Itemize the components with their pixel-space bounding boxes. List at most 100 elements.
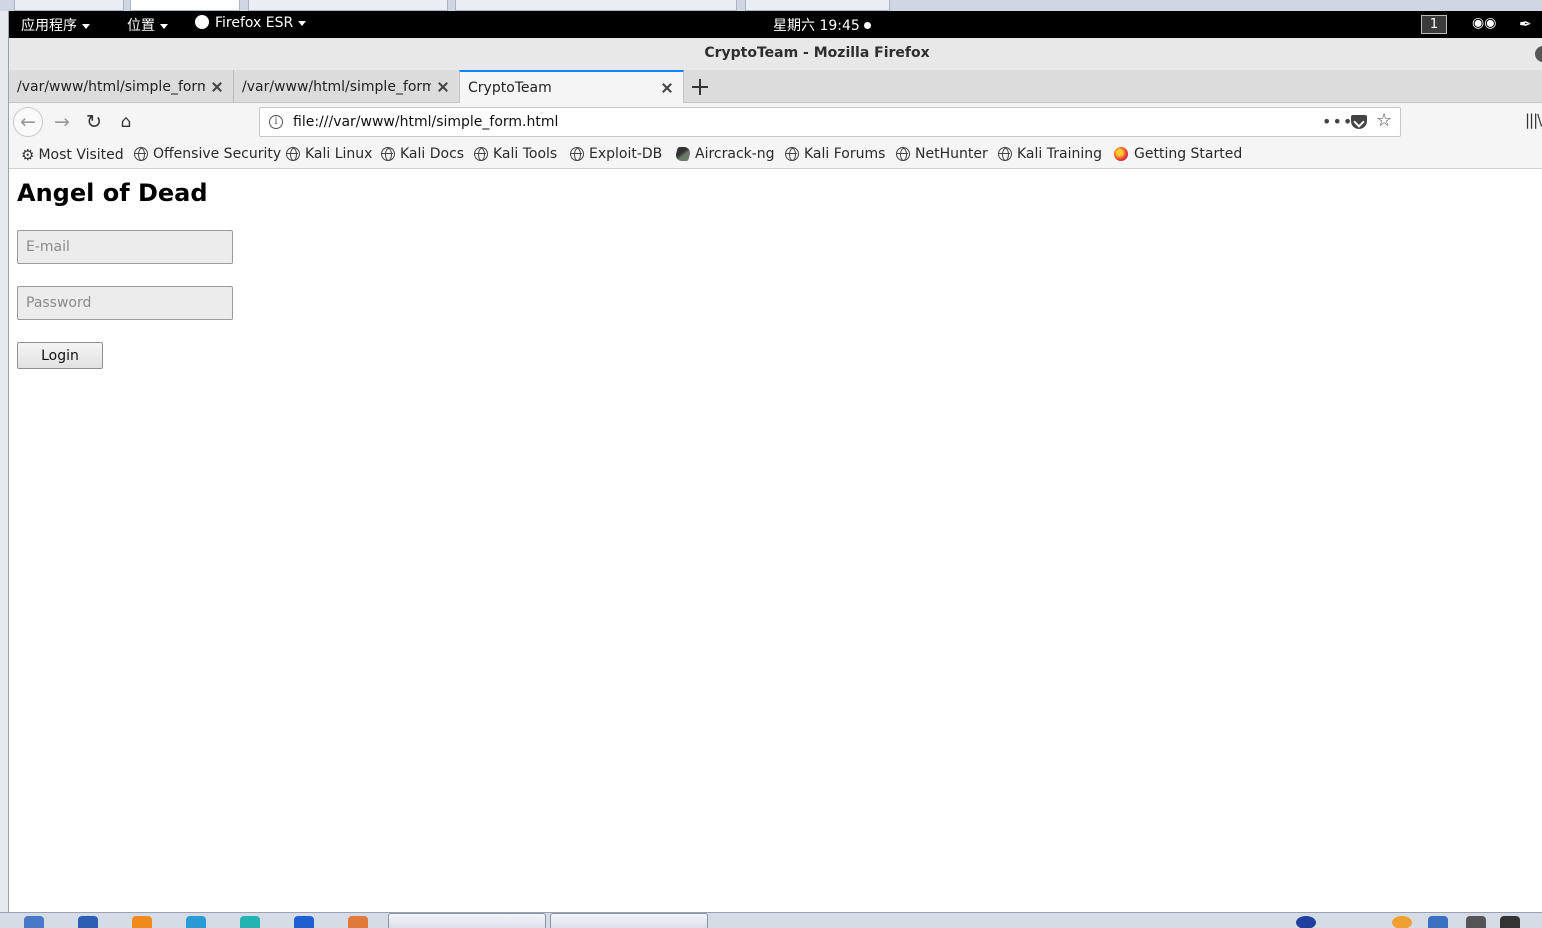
host-tab[interactable] — [14, 0, 124, 11]
tab-cryptoteam[interactable]: CryptoTeam — [459, 70, 684, 104]
globe-icon — [896, 147, 910, 161]
globe-icon — [570, 147, 584, 161]
host-tab[interactable] — [130, 0, 240, 11]
bookmark-aircrack-ng[interactable]: Aircrack-ng — [674, 146, 775, 162]
bookmark-label: Kali Linux — [305, 146, 373, 162]
bookmark-label: Kali Docs — [400, 146, 465, 162]
firefox-app-menu-label: Firefox ESR — [215, 15, 294, 31]
page-heading: Angel of Dead — [17, 179, 208, 207]
host-tab[interactable] — [745, 0, 890, 11]
tab-label: CryptoTeam — [468, 80, 552, 96]
bookmark-kali-training[interactable]: Kali Training — [998, 146, 1102, 162]
info-icon[interactable]: i — [269, 115, 283, 129]
page-actions-icon[interactable]: ••• — [1322, 112, 1353, 131]
pocket-icon[interactable] — [1351, 115, 1367, 129]
applications-menu[interactable]: 应用程序 — [21, 15, 90, 35]
bookmark-offensive-security[interactable]: Offensive Security — [134, 146, 281, 162]
applications-menu-label: 应用程序 — [21, 18, 77, 34]
bookmark-label: Kali Tools — [493, 146, 558, 162]
forward-button[interactable]: → — [49, 109, 75, 135]
bookmark-kali-forums[interactable]: Kali Forums — [785, 146, 885, 162]
bookmark-exploit-db[interactable]: Exploit-DB — [570, 146, 662, 162]
bookmarks-toolbar: ⚙ Most Visited Offensive Security Kali Li… — [9, 141, 1542, 169]
bookmark-most-visited[interactable]: ⚙ Most Visited — [21, 146, 124, 164]
bookmark-getting-started[interactable]: Getting Started — [1114, 146, 1242, 162]
host-app-icon[interactable] — [132, 916, 152, 928]
firefox-icon — [1114, 147, 1128, 161]
bookmark-label: NetHunter — [915, 146, 988, 162]
bookmark-nethunter[interactable]: NetHunter — [896, 146, 988, 162]
bookmark-label: Most Visited — [38, 147, 124, 163]
host-tray-icon[interactable] — [1392, 916, 1412, 928]
bookmark-kali-linux[interactable]: Kali Linux — [286, 146, 372, 162]
tab-close-icon[interactable] — [659, 80, 675, 96]
globe-icon — [785, 147, 799, 161]
places-menu-label: 位置 — [127, 18, 155, 34]
gnome-top-bar: 应用程序 位置 Firefox ESR 星期六 19:45 1 ◉◉ ✒ — [9, 11, 1542, 38]
places-menu[interactable]: 位置 — [127, 15, 168, 35]
host-app-icon[interactable] — [294, 916, 314, 928]
home-button[interactable]: ⌂ — [113, 109, 139, 135]
tab-close-icon[interactable] — [435, 79, 451, 95]
host-task-button[interactable] — [550, 913, 708, 928]
gear-icon: ⚙ — [21, 146, 35, 164]
arrow-right-icon: → — [54, 111, 70, 133]
home-icon: ⌂ — [120, 112, 132, 132]
globe-icon — [134, 147, 148, 161]
clock[interactable]: 星期六 19:45 — [773, 15, 871, 35]
host-app-icon[interactable] — [240, 916, 260, 928]
firefox-app-menu[interactable]: Firefox ESR — [195, 15, 307, 31]
window-title-bar: CryptoTeam - Mozilla Firefox — [9, 38, 1542, 70]
globe-icon — [381, 147, 395, 161]
tab-strip: /var/www/html/simple_form.html /var/www/… — [9, 70, 1542, 104]
tab-simple-form-1[interactable]: /var/www/html/simple_form.html — [9, 70, 234, 103]
host-app-icon[interactable] — [348, 916, 368, 928]
host-app-icon[interactable] — [24, 916, 44, 928]
host-tab[interactable] — [455, 0, 737, 11]
caret-down-icon — [160, 23, 168, 29]
url-text[interactable]: file:///var/www/html/simple_form.html — [293, 114, 558, 130]
tab-label: /var/www/html/simple_form.html — [17, 78, 205, 95]
host-window-edge — [0, 11, 9, 912]
host-tab[interactable] — [248, 0, 448, 11]
url-bar[interactable]: i file:///var/www/html/simple_form.html … — [259, 107, 1401, 137]
host-tray-icon[interactable] — [1466, 916, 1486, 928]
page-content: Angel of Dead Login — [9, 169, 1542, 912]
host-tab-strip — [0, 0, 1542, 11]
firefox-logo-icon — [195, 15, 209, 29]
people-icon[interactable]: ◉◉ — [1472, 15, 1496, 31]
email-field[interactable] — [17, 230, 233, 264]
tab-label: /var/www/html/simple_form.html — [242, 78, 431, 95]
reload-button[interactable]: ↻ — [81, 109, 107, 135]
bookmark-star-icon[interactable]: ☆ — [1376, 110, 1392, 131]
reload-icon: ↻ — [86, 111, 102, 133]
window-title: CryptoTeam - Mozilla Firefox — [704, 45, 930, 61]
clock-text: 星期六 19:45 — [773, 18, 860, 34]
globe-icon — [998, 147, 1012, 161]
host-tray-icon[interactable] — [1296, 916, 1316, 928]
host-task-button[interactable] — [388, 913, 546, 928]
back-button[interactable]: ← — [13, 107, 43, 137]
workspace-indicator[interactable]: 1 — [1421, 15, 1447, 34]
library-icon[interactable]: |||\ — [1525, 111, 1542, 129]
password-field[interactable] — [17, 286, 233, 320]
pen-icon[interactable]: ✒ — [1519, 15, 1532, 33]
host-app-icon[interactable] — [186, 916, 206, 928]
host-app-icon[interactable] — [78, 916, 98, 928]
bookmark-label: Kali Forums — [804, 146, 886, 162]
host-tray-icon[interactable] — [1428, 916, 1448, 928]
caret-down-icon — [298, 20, 307, 26]
bookmark-label: Kali Training — [1017, 146, 1102, 162]
tab-close-icon[interactable] — [209, 79, 225, 95]
login-button[interactable]: Login — [17, 342, 103, 369]
host-taskbar — [0, 912, 1542, 928]
caret-down-icon — [82, 23, 90, 29]
tab-simple-form-2[interactable]: /var/www/html/simple_form.html — [234, 70, 459, 103]
host-tray-icon[interactable] — [1500, 916, 1520, 928]
bookmark-kali-tools[interactable]: Kali Tools — [474, 146, 557, 162]
new-tab-button[interactable] — [689, 76, 711, 98]
bookmark-label: Exploit-DB — [589, 146, 663, 162]
bookmark-kali-docs[interactable]: Kali Docs — [381, 146, 464, 162]
globe-icon — [286, 147, 300, 161]
notification-dot-icon — [863, 22, 871, 29]
